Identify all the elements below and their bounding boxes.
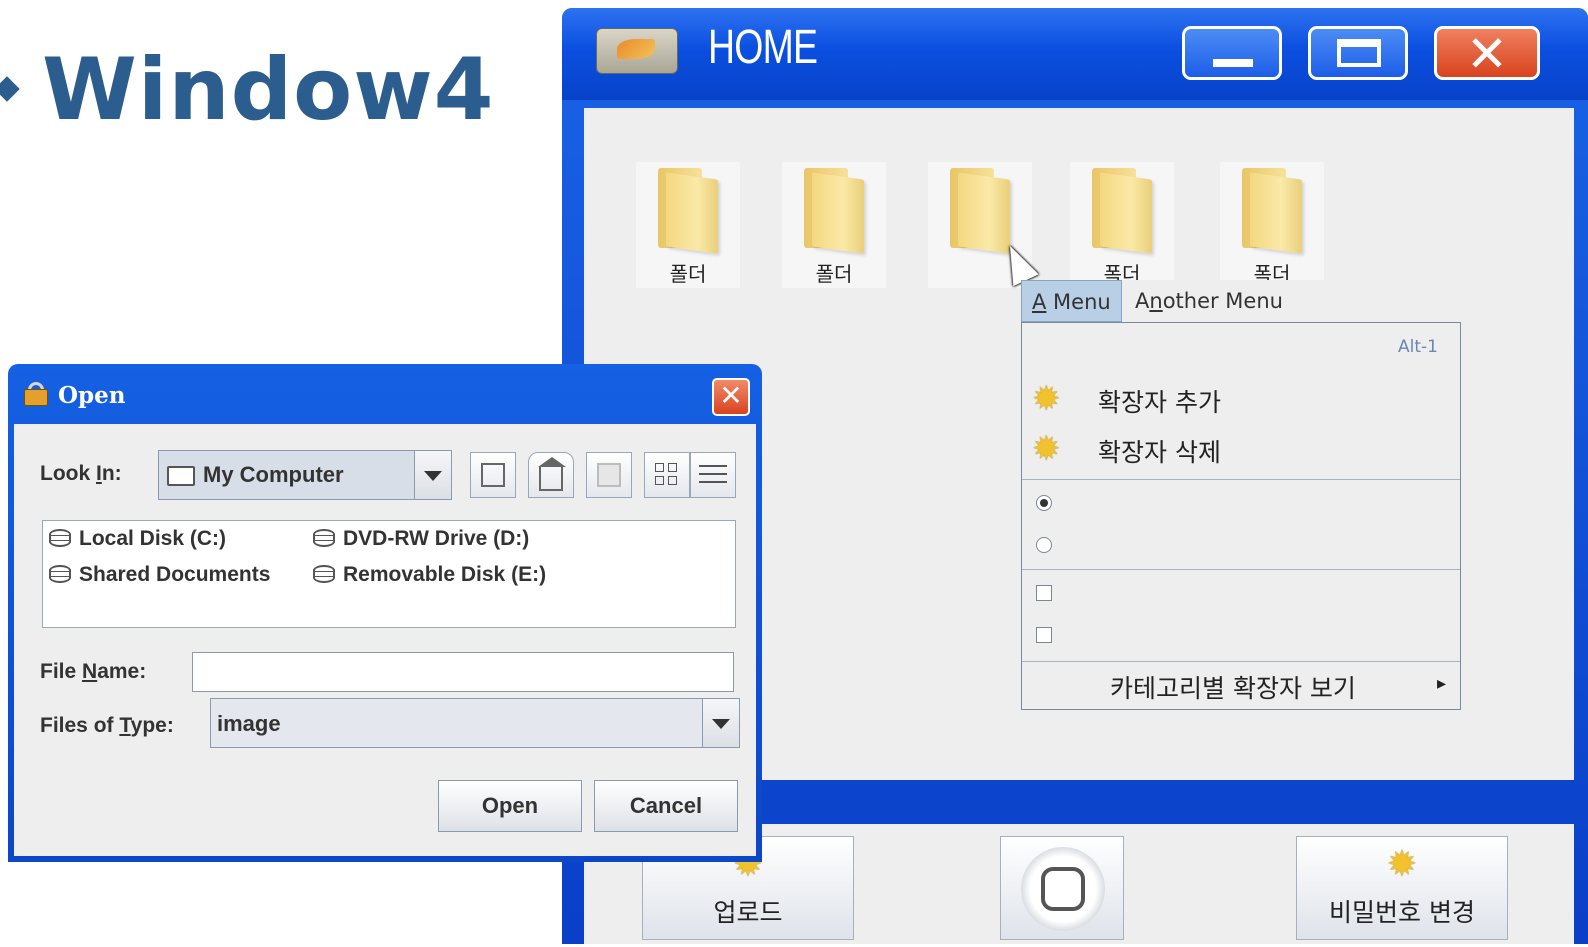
star-burst-icon: ✹: [1032, 379, 1061, 419]
checkbox-menu-item[interactable]: [1036, 627, 1052, 643]
file-list-item[interactable]: Local Disk (C:): [49, 527, 226, 557]
folder-label: 폴더: [815, 262, 853, 286]
file-list-item[interactable]: DVD-RW Drive (D:): [313, 527, 529, 557]
star-burst-icon: ✹: [1032, 429, 1061, 469]
folder-icon: [950, 168, 1010, 254]
file-name: Shared Documents: [79, 563, 271, 586]
slide-title: Window4: [0, 40, 495, 140]
menu-item-label: 확장자 추가: [1098, 388, 1221, 417]
menu-separator: [1022, 569, 1460, 570]
file-name: Removable Disk (E:): [343, 563, 547, 586]
menu-another[interactable]: Another Menu: [1125, 280, 1293, 322]
change-password-label: 비밀번호 변경: [1329, 898, 1475, 927]
file-name-label: File Name:: [40, 660, 147, 683]
star-burst-icon: ✹: [1386, 844, 1418, 885]
home-square-icon: [1041, 867, 1085, 911]
chevron-down-icon[interactable]: [702, 699, 739, 747]
new-folder-button[interactable]: [586, 452, 632, 498]
folder-icon: [1092, 168, 1152, 254]
minimize-button[interactable]: [1182, 26, 1282, 80]
home-button[interactable]: [1000, 836, 1124, 940]
close-button[interactable]: ✕: [1434, 25, 1540, 83]
menu-item-add-extension[interactable]: ✹ 확장자 추가: [1022, 377, 1460, 421]
home-window-title: HOME: [708, 21, 818, 74]
diamond-bullet-icon: [0, 75, 20, 102]
folder-icon: [804, 168, 864, 254]
list-view-button[interactable]: [644, 452, 690, 498]
checkbox-menu-item[interactable]: [1036, 585, 1052, 601]
drive-icon: [313, 565, 335, 583]
folder-icon: [1242, 168, 1302, 254]
menu-a[interactable]: A Menu: [1021, 280, 1122, 322]
file-type-value: image: [217, 711, 281, 736]
folder-icon: [167, 466, 195, 486]
look-in-value: My Computer: [203, 462, 344, 487]
lock-icon: [24, 382, 48, 406]
close-icon: ✕: [1466, 25, 1508, 83]
up-folder-icon: [481, 463, 505, 487]
file-type-label: Files of Type:: [40, 714, 174, 737]
home-icon: [539, 467, 563, 491]
minimize-icon: [1213, 59, 1253, 67]
popup-menu: Alt-1 ✹ 확장자 추가 ✹ 확장자 삭제 카테고리별 확장자 보기 ▸: [1021, 322, 1461, 710]
home-titlebar[interactable]: HOME ✕: [562, 8, 1588, 100]
open-dialog-titlebar[interactable]: Open ✕: [8, 364, 762, 424]
folder-item[interactable]: 폴더: [636, 162, 740, 288]
upload-button-label: 업로드: [713, 898, 783, 927]
open-dialog-body: Look In: My Computer Local Disk (C:) DVD…: [14, 424, 756, 856]
file-list-item[interactable]: Removable Disk (E:): [313, 563, 546, 593]
folder-item[interactable]: 폭더: [1070, 162, 1174, 288]
drive-icon: [49, 529, 71, 547]
submenu-label: 카테고리별 확장자 보기: [1110, 674, 1356, 703]
menu-item-label: 확장자 삭제: [1098, 438, 1221, 467]
cancel-button[interactable]: Cancel: [594, 780, 738, 832]
home-folder-button[interactable]: [528, 452, 574, 498]
folder-label: 폴더: [669, 262, 707, 286]
dialog-close-button[interactable]: ✕: [712, 378, 750, 416]
drive-icon: [49, 565, 71, 583]
file-name: DVD-RW Drive (D:): [343, 527, 530, 550]
folder-item[interactable]: 폭더: [1220, 162, 1324, 288]
close-icon: ✕: [719, 379, 743, 412]
file-name-input[interactable]: [192, 652, 734, 692]
radio-menu-item[interactable]: [1036, 537, 1052, 553]
maximize-button[interactable]: [1308, 26, 1408, 80]
app-icon: [596, 28, 678, 74]
file-list-item[interactable]: Shared Documents: [49, 563, 270, 593]
menu-accelerator: Alt-1: [1398, 337, 1438, 357]
look-in-combo[interactable]: My Computer: [158, 450, 452, 500]
details-view-button[interactable]: [690, 452, 736, 498]
drive-icon: [313, 529, 335, 547]
folder-item[interactable]: 폴더: [782, 162, 886, 288]
open-dialog-title: Open: [58, 382, 126, 409]
file-type-combo[interactable]: image: [210, 698, 740, 748]
look-in-label: Look In:: [40, 462, 122, 485]
folder-icon: [658, 168, 718, 254]
slide-title-text: Window4: [42, 40, 495, 140]
submenu-arrow-icon: ▸: [1436, 673, 1446, 694]
up-folder-button[interactable]: [470, 452, 516, 498]
change-password-button[interactable]: ✹ 비밀번호 변경: [1296, 836, 1508, 940]
maximize-icon: [1337, 39, 1381, 67]
menu-separator: [1022, 479, 1460, 480]
menu-separator: [1022, 661, 1460, 662]
menu-item-delete-extension[interactable]: ✹ 확장자 삭제: [1022, 427, 1460, 471]
submenu-view-by-category[interactable]: 카테고리별 확장자 보기 ▸: [1022, 667, 1460, 709]
radio-menu-item[interactable]: [1036, 495, 1052, 511]
open-button[interactable]: Open: [438, 780, 582, 832]
open-dialog: Open ✕ Look In: My Computer Local Disk (…: [8, 364, 762, 862]
popup-menubar: A Menu Another Menu: [1021, 280, 1461, 323]
file-name: Local Disk (C:): [79, 527, 227, 550]
chevron-down-icon[interactable]: [414, 451, 451, 499]
file-list[interactable]: Local Disk (C:) DVD-RW Drive (D:) Shared…: [42, 520, 736, 628]
new-folder-icon: [597, 463, 621, 487]
